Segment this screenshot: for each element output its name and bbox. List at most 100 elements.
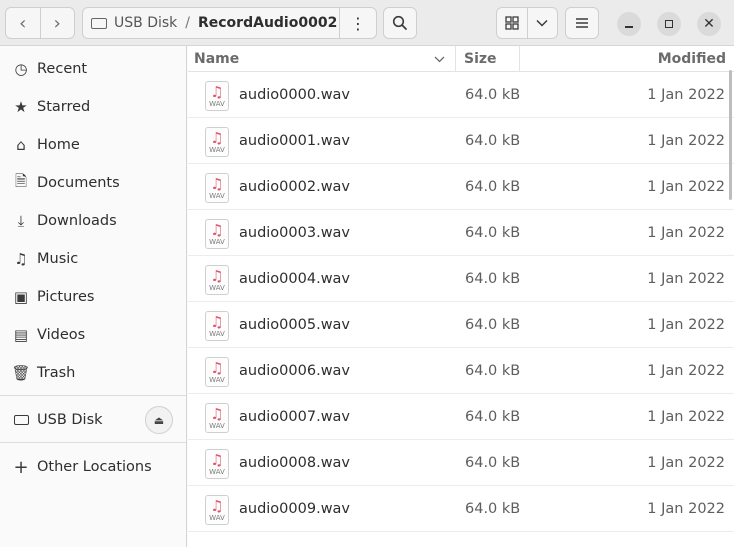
column-header-name[interactable]: Name [188,46,456,71]
path-bar: USB Disk / RecordAudio0002 ⋮ [82,7,377,39]
file-extension-label: WAV [209,238,225,246]
music-note-icon: ♫ [210,221,224,239]
sidebar-item-other-locations[interactable]: + Other Locations [0,450,186,484]
star-icon: ★ [14,98,28,116]
path-menu-button[interactable]: ⋮ [339,8,376,38]
file-row[interactable]: ♫ WAV audio0005.wav 64.0 kB 1 Jan 2022 [188,302,734,348]
column-header-modified[interactable]: Modified [520,46,734,71]
file-row[interactable]: ♫ WAV audio0003.wav 64.0 kB 1 Jan 2022 [188,210,734,256]
audio-file-icon: ♫ WAV [205,81,229,111]
drive-icon [91,17,107,29]
file-row[interactable]: ♫ WAV audio0004.wav 64.0 kB 1 Jan 2022 [188,256,734,302]
file-size: 64.0 kB [465,317,521,333]
file-size: 64.0 kB [465,179,521,195]
picture-icon: ▣ [13,288,29,306]
audio-file-icon: ♫ WAV [205,357,229,387]
sidebar-item-label: Downloads [37,213,117,229]
view-options-dropdown[interactable] [526,8,558,38]
back-button[interactable]: ‹ [6,8,40,38]
file-name: audio0004.wav [239,271,351,287]
sidebar-item-label: Other Locations [37,459,152,475]
chevron-left-icon: ‹ [19,12,27,34]
file-modified: 1 Jan 2022 [647,409,725,425]
file-row[interactable]: ♫ WAV audio0002.wav 64.0 kB 1 Jan 2022 [188,164,734,210]
file-row[interactable]: ♫ WAV audio0000.wav 64.0 kB 1 Jan 2022 [188,72,734,118]
file-name: audio0005.wav [239,317,351,333]
document-icon: 🗎 [14,171,28,190]
column-headers: Name Size Modified [188,46,734,72]
header-bar: ‹ › USB Disk / RecordAudio0002 ⋮ ✕ [0,0,734,46]
sidebar-item-home[interactable]: ⌂ Home [0,128,186,162]
sidebar-item-label: Videos [37,327,86,343]
sidebar-item-label: Documents [37,175,120,191]
audio-file-icon: ♫ WAV [205,449,229,479]
grid-view-button[interactable] [497,8,527,38]
file-modified: 1 Jan 2022 [647,225,725,241]
column-name-label: Name [194,50,240,67]
clock-icon: ◷ [14,60,28,78]
file-modified: 1 Jan 2022 [647,455,725,471]
grid-icon [505,16,519,30]
sidebar-item-starred[interactable]: ★ Starred [0,90,186,124]
path-root-label: USB Disk [114,15,178,31]
audio-file-icon: ♫ WAV [205,311,229,341]
music-note-icon: ♫ [210,405,224,423]
file-name: audio0001.wav [239,133,351,149]
vertical-dots-icon: ⋮ [350,13,366,33]
download-icon: ⤓ [17,212,25,230]
file-extension-label: WAV [209,514,225,522]
eject-button[interactable]: ⏏ [145,406,173,434]
trash-icon: 🗑 [11,364,31,382]
music-note-icon: ♫ [210,359,224,377]
file-extension-label: WAV [209,284,225,292]
search-icon [392,15,407,30]
file-extension-label: WAV [209,146,225,154]
sidebar-item-recent[interactable]: ◷ Recent [0,52,186,86]
file-row[interactable]: ♫ WAV audio0001.wav 64.0 kB 1 Jan 2022 [188,118,734,164]
audio-file-icon: ♫ WAV [205,495,229,525]
file-extension-label: WAV [209,468,225,476]
view-toggle-group [496,7,558,39]
close-button[interactable]: ✕ [697,12,721,36]
sidebar-item-label: Music [37,251,79,267]
file-row[interactable]: ♫ WAV audio0008.wav 64.0 kB 1 Jan 2022 [188,440,734,486]
music-note-icon: ♫ [210,451,224,469]
maximize-icon [665,20,673,28]
sidebar-item-label: Pictures [37,289,95,305]
file-extension-label: WAV [209,422,225,430]
file-name: audio0003.wav [239,225,351,241]
file-row[interactable]: ♫ WAV audio0006.wav 64.0 kB 1 Jan 2022 [188,348,734,394]
file-modified: 1 Jan 2022 [647,501,725,517]
sort-chevron-down-icon [434,56,445,63]
chevron-right-icon: › [53,12,61,34]
file-row[interactable]: ♫ WAV audio0009.wav 64.0 kB 1 Jan 2022 [188,486,734,532]
file-name: audio0006.wav [239,363,351,379]
sidebar-item-downloads[interactable]: ⤓ Downloads [0,204,186,238]
file-modified: 1 Jan 2022 [647,179,725,195]
path-segment-usb-disk[interactable]: USB Disk [83,15,177,31]
scrollbar[interactable] [729,70,732,200]
path-segment-current[interactable]: RecordAudio0002 [198,15,337,31]
column-header-size[interactable]: Size [456,46,520,71]
sidebar-item-music[interactable]: ♫ Music [0,242,186,276]
sidebar-item-trash[interactable]: 🗑 Trash [0,356,186,390]
chevron-down-icon [536,19,548,27]
path-separator: / [185,15,190,31]
forward-button[interactable]: › [39,8,75,38]
file-row[interactable]: ♫ WAV audio0007.wav 64.0 kB 1 Jan 2022 [188,394,734,440]
sidebar-item-documents[interactable]: 🗎 Documents [0,166,186,200]
close-icon: ✕ [703,16,715,32]
drive-icon [11,415,31,425]
main-menu-button[interactable] [565,7,599,39]
file-extension-label: WAV [209,192,225,200]
sidebar-divider [0,395,186,396]
hamburger-icon [576,18,588,28]
file-list-view: Name Size Modified ♫ WAV audio0000.wav 64.0… [188,46,734,547]
sidebar-item-pictures[interactable]: ▣ Pictures [0,280,186,314]
maximize-button[interactable] [657,12,681,36]
file-modified: 1 Jan 2022 [647,271,725,287]
minimize-button[interactable] [617,12,641,36]
search-button[interactable] [383,7,417,39]
sidebar-item-videos[interactable]: ▤ Videos [0,318,186,352]
file-size: 64.0 kB [465,133,521,149]
